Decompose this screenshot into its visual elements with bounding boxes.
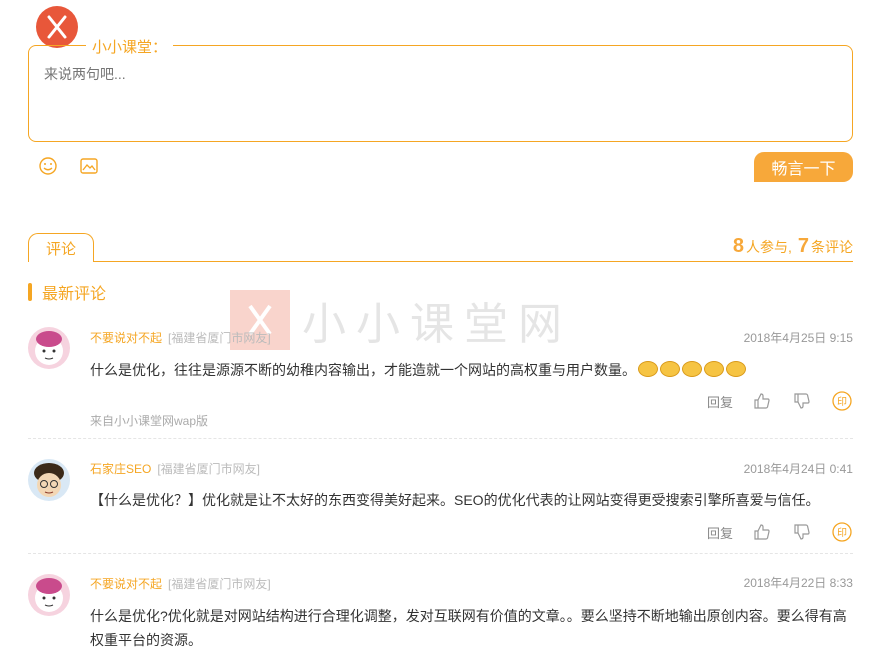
commenter-avatar[interactable] [28, 327, 70, 369]
comment-time: 2018年4月22日 8:33 [743, 576, 853, 590]
comment-time: 2018年4月24日 0:41 [743, 462, 853, 476]
comments-count: 7 [797, 235, 809, 257]
svg-text:印: 印 [837, 527, 847, 539]
smile-icon[interactable] [38, 156, 58, 176]
comment-source: 来自小小课堂网wap版 [90, 414, 209, 428]
thumbs-up-icon[interactable] [751, 522, 773, 542]
participants-count: 8 [732, 235, 744, 257]
comments-label: 条评论 [811, 239, 853, 255]
post-button[interactable]: 畅言一下 [754, 152, 853, 182]
comment-item: 不要说对不起 [福建省厦门市网友] 2018年4月25日 9:15 什么是优化，往… [28, 325, 853, 435]
emoji-icon [682, 361, 702, 377]
commenter-name[interactable]: 不要说对不起 [福建省厦门市网友] [90, 575, 271, 592]
comment-input[interactable] [44, 66, 824, 82]
latest-comments-heading: 最新评论 [28, 280, 106, 304]
thumbs-down-icon[interactable] [791, 391, 813, 411]
comment-item: 石家庄SEO [福建省厦门市网友] 2018年4月24日 0:41 【什么是优化？… [28, 457, 853, 547]
thumbs-down-icon[interactable] [791, 522, 813, 542]
comment-stats: 8 人参与, 7 条评论 [733, 235, 853, 258]
comment-time: 2018年4月25日 9:15 [743, 331, 853, 345]
comment-actions: 回复 印 [707, 522, 853, 542]
comment-actions: 回复 印 [707, 391, 853, 411]
compose-label: 小小课堂： [86, 36, 174, 57]
commenter-avatar[interactable] [28, 459, 70, 501]
emoji-icon [704, 361, 724, 377]
comment-text: 什么是优化?优化就是对网站结构进行合理化调整，发对互联网有价值的文章。。要么坚持… [90, 608, 847, 648]
image-icon[interactable] [79, 156, 99, 176]
thumbs-up-icon[interactable] [751, 391, 773, 411]
commenter-location: [福建省厦门市网友] [168, 331, 271, 345]
tab-divider [28, 261, 853, 262]
commenter-location: [福建省厦门市网友] [157, 462, 261, 476]
user-avatar[interactable] [36, 6, 78, 48]
svg-text:印: 印 [837, 396, 847, 408]
share-icon[interactable]: 印 [831, 391, 853, 411]
tab-comments[interactable]: 评论 [28, 233, 94, 262]
comment-text: 【什么是优化？】优化就是让不太好的东西变得美好起来。SEO的优化代表的让网站变得… [90, 492, 820, 508]
commenter-name[interactable]: 石家庄SEO [福建省厦门市网友] [90, 460, 260, 477]
emoji-icon [726, 361, 746, 377]
comment-item: 不要说对不起 [福建省厦门市网友] 2018年4月22日 8:33 什么是优化?优… [28, 572, 853, 652]
reply-button[interactable]: 回复 [707, 523, 733, 542]
section-title: 最新评论 [42, 286, 107, 303]
comment-divider [28, 438, 853, 439]
emoji-icon [660, 361, 680, 377]
comment-divider [28, 553, 853, 554]
commenter-avatar[interactable] [28, 574, 70, 616]
participants-label: 人参与, [745, 239, 792, 255]
share-icon[interactable]: 印 [831, 522, 853, 542]
emoji-icon [638, 361, 658, 377]
commenter-name[interactable]: 不要说对不起 [福建省厦门市网友] [90, 329, 271, 346]
comment-text: 什么是优化，往往是源源不断的幼稚内容输出，才能造就一个网站的高权重与用户数量。 [90, 358, 852, 382]
reply-button[interactable]: 回复 [707, 392, 733, 411]
comment-box [28, 45, 853, 142]
logo-x-icon [47, 15, 67, 39]
commenter-location: [福建省厦门市网友] [168, 577, 271, 591]
heading-bar [28, 283, 32, 301]
